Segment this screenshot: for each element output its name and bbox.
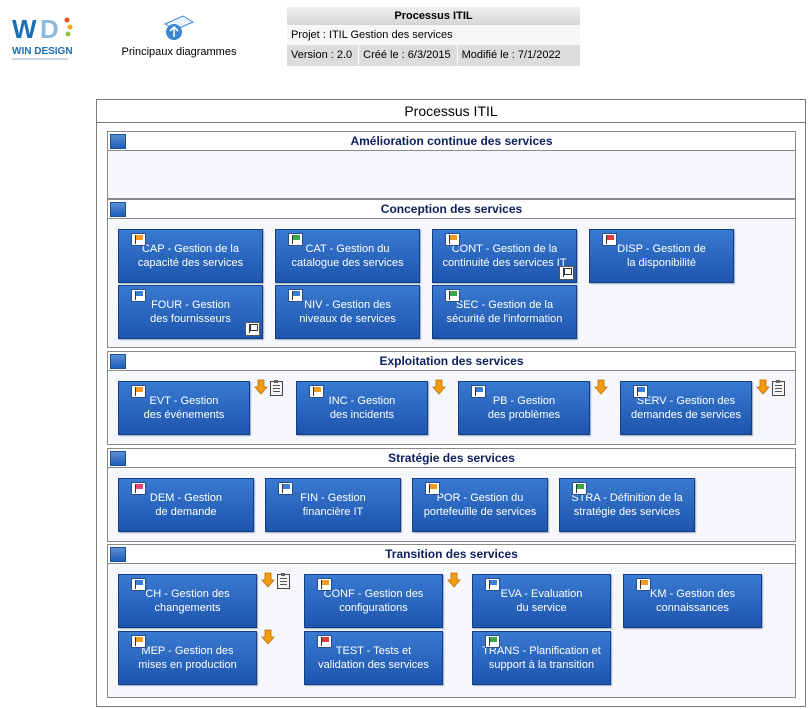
process-box-eva[interactable]: EVA - Evaluation du service xyxy=(472,574,611,628)
process-box-por[interactable]: POR - Gestion du portefeuille de service… xyxy=(412,478,548,532)
process-box-conf[interactable]: CONF - Gestion des configurations xyxy=(304,574,443,628)
process-box-pb[interactable]: PB - Gestion des problèmes xyxy=(458,381,590,435)
clipboard-icon[interactable] xyxy=(772,380,785,396)
orange-flag-icon xyxy=(445,233,460,246)
section-square-icon[interactable] xyxy=(110,202,126,217)
process-box-cont[interactable]: CONT - Gestion de la continuité des serv… xyxy=(432,229,577,283)
orange-flag-icon xyxy=(636,578,651,591)
info-project: Projet : ITIL Gestion des services xyxy=(287,25,580,45)
section-strategie: Stratégie des services DEM - Gestion de … xyxy=(107,448,796,542)
orange-flag-icon xyxy=(309,385,324,398)
subprocess-flag-icon[interactable] xyxy=(245,322,260,336)
section-transition: Transition des services CH - Gestion des… xyxy=(107,544,796,698)
svg-text:W: W xyxy=(12,14,37,44)
clipboard-icon[interactable] xyxy=(270,380,283,396)
orange-flag-icon xyxy=(425,482,440,495)
section-square-icon[interactable] xyxy=(110,354,126,369)
process-box-stra[interactable]: STRA - Définition de la stratégie des se… xyxy=(559,478,695,532)
info-modified: Modifié le : 7/1/2022 xyxy=(461,49,561,61)
green-flag-icon xyxy=(445,289,460,302)
process-box-mep[interactable]: MEP - Gestion des mises en production xyxy=(118,631,257,685)
logo-text: WIN DESIGN xyxy=(12,46,73,57)
section-title: Conception des services xyxy=(380,202,523,216)
section-exploitation: Exploitation des services EVT - Gestion … xyxy=(107,351,796,445)
down-arrow-icon[interactable] xyxy=(254,379,268,395)
blue-flag-icon xyxy=(485,578,500,591)
svg-text:D: D xyxy=(40,14,59,44)
windesign-logo: W D WIN DESIGN xyxy=(10,10,80,65)
green-flag-icon xyxy=(485,635,500,648)
section-square-icon[interactable] xyxy=(110,547,126,562)
blue-flag-icon xyxy=(278,482,293,495)
section-conception: Conception des services CAP - Gestion de… xyxy=(107,199,796,348)
red-flag-icon xyxy=(317,635,332,648)
info-version: Version : 2.0 xyxy=(287,45,360,65)
orange-flag-icon xyxy=(131,635,146,648)
process-box-cat[interactable]: CAT - Gestion du catalogue des services xyxy=(275,229,420,283)
down-arrow-icon[interactable] xyxy=(447,572,461,588)
section-title: Stratégie des services xyxy=(388,451,515,465)
process-box-trans[interactable]: TRANS - Planification et support à la tr… xyxy=(472,631,611,685)
down-arrow-icon[interactable] xyxy=(261,572,275,588)
clipboard-icon[interactable] xyxy=(277,573,290,589)
process-box-cap[interactable]: CAP - Gestion de la capacité des service… xyxy=(118,229,263,283)
process-box-serv[interactable]: SERV - Gestion des demandes de services xyxy=(620,381,752,435)
process-box-test[interactable]: TEST - Tests et validation des services xyxy=(304,631,443,685)
up-arrow-diagram-icon xyxy=(159,14,199,42)
down-arrow-icon[interactable] xyxy=(594,379,608,395)
process-box-disp[interactable]: DISP - Gestion de la disponibilité xyxy=(589,229,734,283)
subprocess-flag-icon[interactable] xyxy=(559,266,574,280)
down-arrow-icon[interactable] xyxy=(756,379,770,395)
blue-flag-icon xyxy=(131,289,146,302)
info-title: Processus ITIL xyxy=(287,7,580,25)
section-title: Transition des services xyxy=(385,547,518,561)
blue-flag-icon xyxy=(471,385,486,398)
diagram-frame: Processus ITIL Amélioration continue des… xyxy=(96,99,806,707)
process-box-km[interactable]: KM - Gestion des connaissances xyxy=(623,574,762,628)
process-box-niv[interactable]: NIV - Gestion des niveaux de services xyxy=(275,285,420,339)
section-title: Exploitation des services xyxy=(379,354,524,368)
info-created: Créé le : 6/3/2015 xyxy=(359,45,458,65)
process-box-dem[interactable]: DEM - Gestion de demande xyxy=(118,478,254,532)
green-flag-icon xyxy=(288,233,303,246)
section-title: Amélioration continue des services xyxy=(350,134,553,148)
red-flag-icon xyxy=(602,233,617,246)
process-box-ch[interactable]: CH - Gestion des changements xyxy=(118,574,257,628)
down-arrow-icon[interactable] xyxy=(432,379,446,395)
process-box-sec[interactable]: SEC - Gestion de la sécurité de l'inform… xyxy=(432,285,577,339)
orange-flag-icon xyxy=(131,385,146,398)
process-box-four[interactable]: FOUR - Gestion des fournisseurs xyxy=(118,285,263,339)
orange-flag-icon xyxy=(317,578,332,591)
process-box-inc[interactable]: INC - Gestion des incidents xyxy=(296,381,428,435)
down-arrow-icon[interactable] xyxy=(261,629,275,645)
pink-flag-icon xyxy=(131,482,146,495)
blue-flag-icon xyxy=(131,578,146,591)
section-square-icon[interactable] xyxy=(110,451,126,466)
green-flag-icon xyxy=(572,482,587,495)
diagram-info-box: Processus ITIL Projet : ITIL Gestion des… xyxy=(287,7,580,66)
blue-flag-icon xyxy=(633,385,648,398)
section-square-icon[interactable] xyxy=(110,134,126,149)
principaux-diagrammes-link[interactable]: Principaux diagrammes xyxy=(120,14,238,64)
diagram-title: Processus ITIL xyxy=(97,100,805,123)
process-box-evt[interactable]: EVT - Gestion des événements xyxy=(118,381,250,435)
process-box-fin[interactable]: FIN - Gestion financière IT xyxy=(265,478,401,532)
orange-flag-icon xyxy=(131,233,146,246)
section-amelioration: Amélioration continue des services xyxy=(107,131,796,199)
blue-flag-icon xyxy=(288,289,303,302)
principaux-diagrammes-label: Principaux diagrammes xyxy=(121,46,237,58)
